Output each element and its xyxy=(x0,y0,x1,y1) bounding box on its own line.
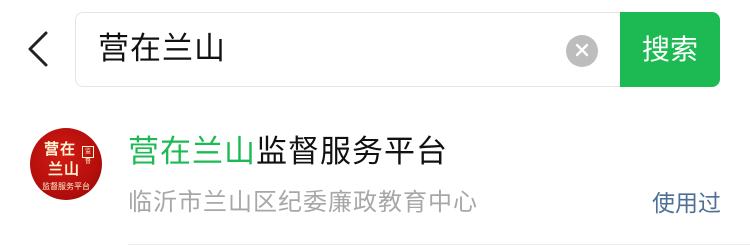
result-title-rest: 监督服务平台 xyxy=(256,134,448,170)
search-page: 营在兰山 搜索 营在 监督 兰山 监督服务平台 营在兰山监督服务平台 临沂市兰山… xyxy=(0,0,750,247)
logo-text-line1: 营在 xyxy=(44,140,77,158)
search-input[interactable]: 营在兰山 xyxy=(75,12,620,87)
back-button[interactable] xyxy=(18,25,58,77)
divider xyxy=(128,244,750,245)
logo-text-line2: 兰山 xyxy=(48,160,81,178)
search-query-text: 营在兰山 xyxy=(98,31,226,67)
logo-tag: 监督 xyxy=(82,146,94,165)
clear-icon xyxy=(575,42,589,61)
result-item[interactable]: 营在 监督 兰山 监督服务平台 营在兰山监督服务平台 临沂市兰山区纪委廉政教育中… xyxy=(0,110,750,247)
result-title: 营在兰山监督服务平台 xyxy=(128,126,448,171)
chevron-left-icon xyxy=(26,29,50,73)
result-subtitle: 临沂市兰山区纪委廉政教育中心 xyxy=(128,188,478,216)
logo-bottom-text: 监督服务平台 xyxy=(42,182,90,191)
result-title-highlight: 营在兰山 xyxy=(128,134,256,170)
used-status-label: 使用过 xyxy=(652,191,721,217)
clear-button[interactable] xyxy=(566,35,598,67)
search-button[interactable]: 搜索 xyxy=(620,12,720,87)
mini-program-logo: 营在 监督 兰山 监督服务平台 xyxy=(30,128,102,200)
